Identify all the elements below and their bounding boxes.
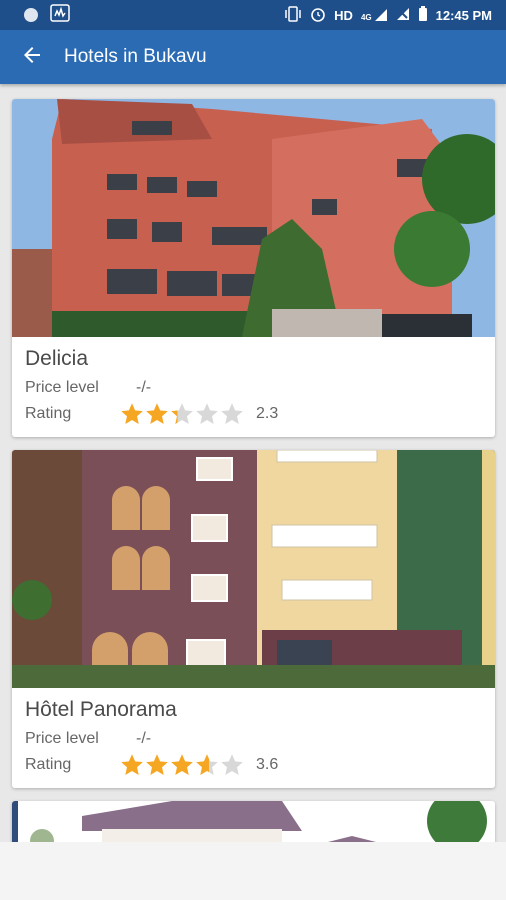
price-level-label: Price level — [25, 730, 99, 747]
wifi-off-icon — [396, 7, 410, 24]
app-bar: Hotels in Bukavu — [0, 30, 506, 84]
vibrate-icon — [284, 5, 302, 25]
rating-stars — [120, 402, 244, 426]
hotel-name: Hôtel Panorama — [25, 698, 177, 721]
rating-stars — [120, 753, 244, 777]
star-icon — [146, 754, 168, 775]
signal-type-label: 4G — [360, 13, 372, 22]
rating-value: 2.3 — [256, 405, 279, 422]
price-level-label: Price level — [25, 379, 99, 396]
price-row: Price level -/- — [25, 726, 483, 752]
hotel-name: Delicia — [25, 347, 89, 370]
star-icon — [221, 403, 243, 424]
star-icon — [196, 754, 218, 775]
music-notification-icon — [50, 3, 70, 27]
rating-row: Rating 2.3 — [25, 401, 483, 427]
notification-dot-icon — [24, 8, 38, 22]
signal-icon: 4G — [361, 8, 388, 22]
price-level-value: -/- — [136, 379, 152, 396]
star-icon — [196, 403, 218, 424]
star-icon — [121, 754, 143, 775]
hotel-photo — [12, 450, 495, 688]
network-type-label: HD — [334, 7, 353, 23]
page-title: Hotels in Bukavu — [64, 46, 207, 67]
rating-row: Rating 3.6 — [25, 752, 483, 778]
star-icon — [121, 403, 143, 424]
hotel-photo — [12, 99, 495, 337]
rating-value: 3.6 — [256, 756, 279, 773]
price-row: Price level -/- — [25, 375, 483, 401]
back-button[interactable] — [0, 30, 64, 84]
hotel-card[interactable]: Hôtel Panorama Price level -/- Rating 3.… — [12, 450, 495, 788]
star-icon — [171, 754, 193, 775]
arrow-back-icon — [20, 43, 44, 72]
status-bar: HD 4G 12:45 PM — [0, 0, 506, 30]
bottom-area — [0, 842, 506, 900]
clock-time: 12:45 PM — [435, 7, 492, 23]
price-level-value: -/- — [136, 730, 152, 747]
alarm-icon — [310, 6, 326, 25]
hotel-list: Delicia Price level -/- Rating 2.3 Hôtel… — [12, 99, 495, 864]
star-icon — [221, 754, 243, 775]
star-icon — [146, 403, 168, 424]
hotel-card[interactable]: Delicia Price level -/- Rating 2.3 — [12, 99, 495, 437]
battery-icon — [418, 5, 428, 25]
star-icon — [171, 403, 193, 424]
